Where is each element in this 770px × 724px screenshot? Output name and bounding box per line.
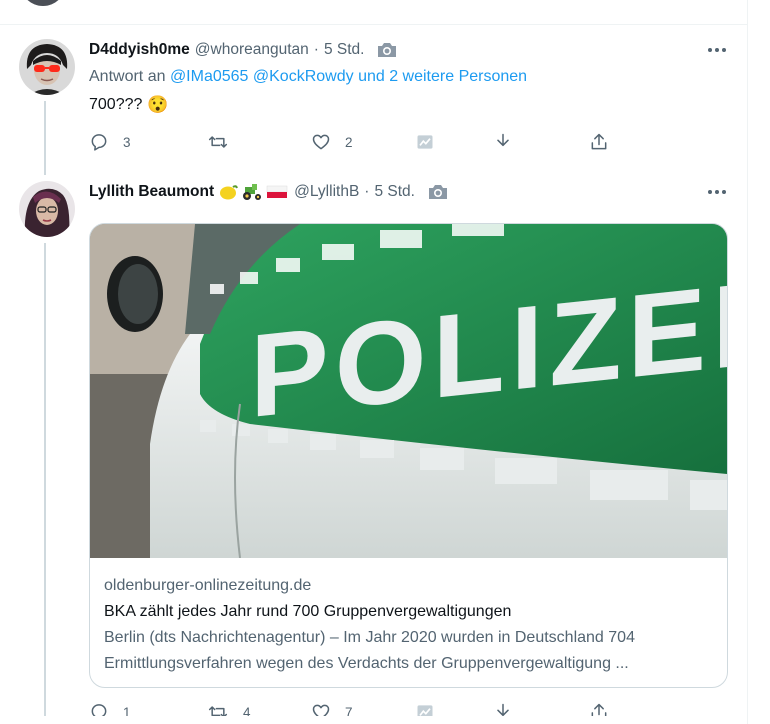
download-icon bbox=[497, 133, 509, 147]
timestamp[interactable]: 5 Std. bbox=[324, 41, 365, 59]
timeline-right-border bbox=[747, 0, 748, 724]
tweet-actions: 3 2 bbox=[89, 132, 609, 152]
analytics-icon bbox=[417, 135, 433, 149]
reply-icon bbox=[91, 134, 107, 151]
tweet-text: 700??? 😯 bbox=[89, 95, 169, 115]
tweet-header: D4ddyish0me @whoreangutan · 5 Std. bbox=[89, 41, 398, 59]
more-options-icon[interactable] bbox=[705, 182, 729, 202]
user-handle[interactable]: @whoreangutan bbox=[195, 41, 309, 59]
reply-mentions-link[interactable]: @IMa0565 @KockRowdy bbox=[170, 68, 354, 85]
reply-prefix: Antwort an bbox=[89, 68, 166, 85]
separator-dot: · bbox=[364, 183, 370, 200]
card-title: BKA zählt jedes Jahr rund 700 Gruppenver… bbox=[104, 603, 512, 620]
tractor-emoji bbox=[240, 183, 264, 201]
card-image[interactable]: POLIZEI bbox=[90, 224, 727, 558]
poland-flag-emoji bbox=[266, 184, 288, 200]
user-handle[interactable]: @LyllithB bbox=[294, 183, 359, 201]
like-count: 2 bbox=[345, 134, 353, 150]
reply-more-link[interactable]: und 2 weitere Personen bbox=[358, 68, 527, 85]
retweet-icon bbox=[208, 136, 228, 148]
previous-tweet-avatar[interactable] bbox=[20, 0, 66, 6]
reply-action[interactable]: 3 bbox=[89, 132, 207, 152]
camera-icon bbox=[427, 183, 449, 201]
avatar[interactable] bbox=[19, 181, 75, 237]
share-action[interactable] bbox=[589, 132, 609, 152]
thread-line bbox=[44, 101, 46, 175]
like-action[interactable]: 2 bbox=[311, 132, 415, 152]
analytics-action[interactable] bbox=[415, 132, 493, 152]
card-description-line: Ermittlungsverfahren wegen des Verdachts… bbox=[104, 655, 629, 672]
retweet-action[interactable] bbox=[207, 132, 311, 152]
viewport-bottom-edge bbox=[0, 716, 747, 724]
avatar[interactable] bbox=[19, 39, 75, 95]
reply-count: 3 bbox=[123, 134, 131, 150]
more-options-icon[interactable] bbox=[705, 40, 729, 60]
police-car-image: POLIZEI bbox=[90, 224, 727, 558]
replying-to: Antwort an @IMa0565 @KockRowdy und 2 wei… bbox=[89, 68, 527, 86]
separator-dot: · bbox=[313, 41, 319, 58]
avatar-image bbox=[19, 181, 75, 237]
display-name[interactable]: D4ddyish0me bbox=[89, 41, 190, 59]
display-name[interactable]: Lyllith Beaumont bbox=[89, 183, 214, 201]
tweet-separator bbox=[0, 24, 747, 25]
card-description-line: Berlin (dts Nachrichtenagentur) – Im Jah… bbox=[104, 629, 635, 646]
timestamp[interactable]: 5 Std. bbox=[374, 183, 415, 201]
avatar-image bbox=[19, 39, 75, 95]
share-icon bbox=[591, 133, 607, 150]
thread-line bbox=[44, 243, 46, 724]
tweet-header: Lyllith Beaumont @LyllithB · 5 Std. bbox=[89, 183, 449, 201]
bookmark-action[interactable] bbox=[493, 132, 589, 152]
card-meta[interactable]: oldenburger-onlinezeitung.de BKA zählt j… bbox=[104, 573, 713, 677]
tweet-body: 700??? bbox=[89, 96, 143, 113]
hushed-face-emoji: 😯 bbox=[147, 95, 169, 114]
card-domain: oldenburger-onlinezeitung.de bbox=[104, 577, 312, 594]
lemon-emoji bbox=[218, 183, 239, 201]
link-preview-card[interactable]: POLIZEI oldenburger-onlinezeitung.de BKA… bbox=[89, 223, 728, 688]
heart-icon bbox=[312, 134, 330, 150]
camera-icon bbox=[376, 41, 398, 59]
